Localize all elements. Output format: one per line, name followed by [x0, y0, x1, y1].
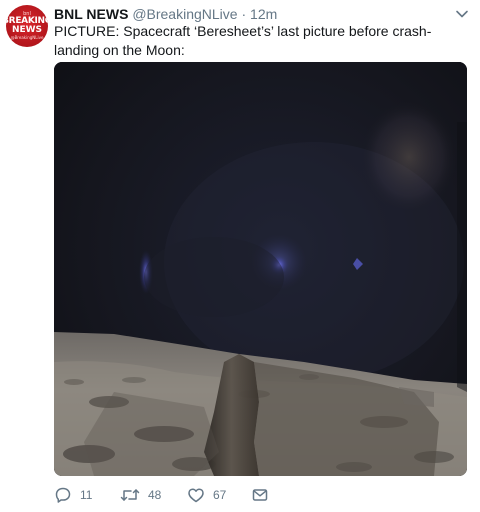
reply-icon [54, 486, 72, 504]
envelope-icon [251, 486, 269, 504]
separator-dot: · [241, 6, 247, 22]
tweet-actions: 11 48 67 [54, 486, 354, 504]
heart-icon [187, 486, 205, 504]
avatar-text-handle: @BreakingNLive [10, 35, 44, 40]
avatar[interactable]: bnl BREAKING NEWS @BreakingNLive [6, 5, 48, 47]
retweet-count: 48 [148, 488, 162, 502]
like-count: 67 [213, 488, 227, 502]
user-handle[interactable]: @BreakingNLive [132, 6, 237, 22]
tweet-media-image[interactable] [54, 62, 467, 476]
avatar-text-news: NEWS [11, 25, 43, 35]
like-button[interactable]: 67 [187, 486, 226, 504]
retweet-icon [120, 486, 140, 504]
moon-photo [54, 62, 467, 476]
timestamp[interactable]: 12m [250, 6, 277, 22]
reply-count: 11 [80, 488, 93, 502]
tweet-header: BNL NEWS @BreakingNLive · 12m [54, 5, 460, 23]
tweet[interactable]: bnl BREAKING NEWS @BreakingNLive BNL NEW… [0, 0, 480, 512]
retweet-button[interactable]: 48 [120, 486, 161, 504]
direct-message-button[interactable] [251, 486, 269, 504]
chevron-down-icon[interactable] [454, 6, 470, 22]
reply-button[interactable]: 11 [54, 486, 92, 504]
tweet-text: PICTURE: Spacecraft ‘Beresheet’s’ last p… [54, 23, 432, 58]
display-name[interactable]: BNL NEWS [54, 6, 128, 22]
